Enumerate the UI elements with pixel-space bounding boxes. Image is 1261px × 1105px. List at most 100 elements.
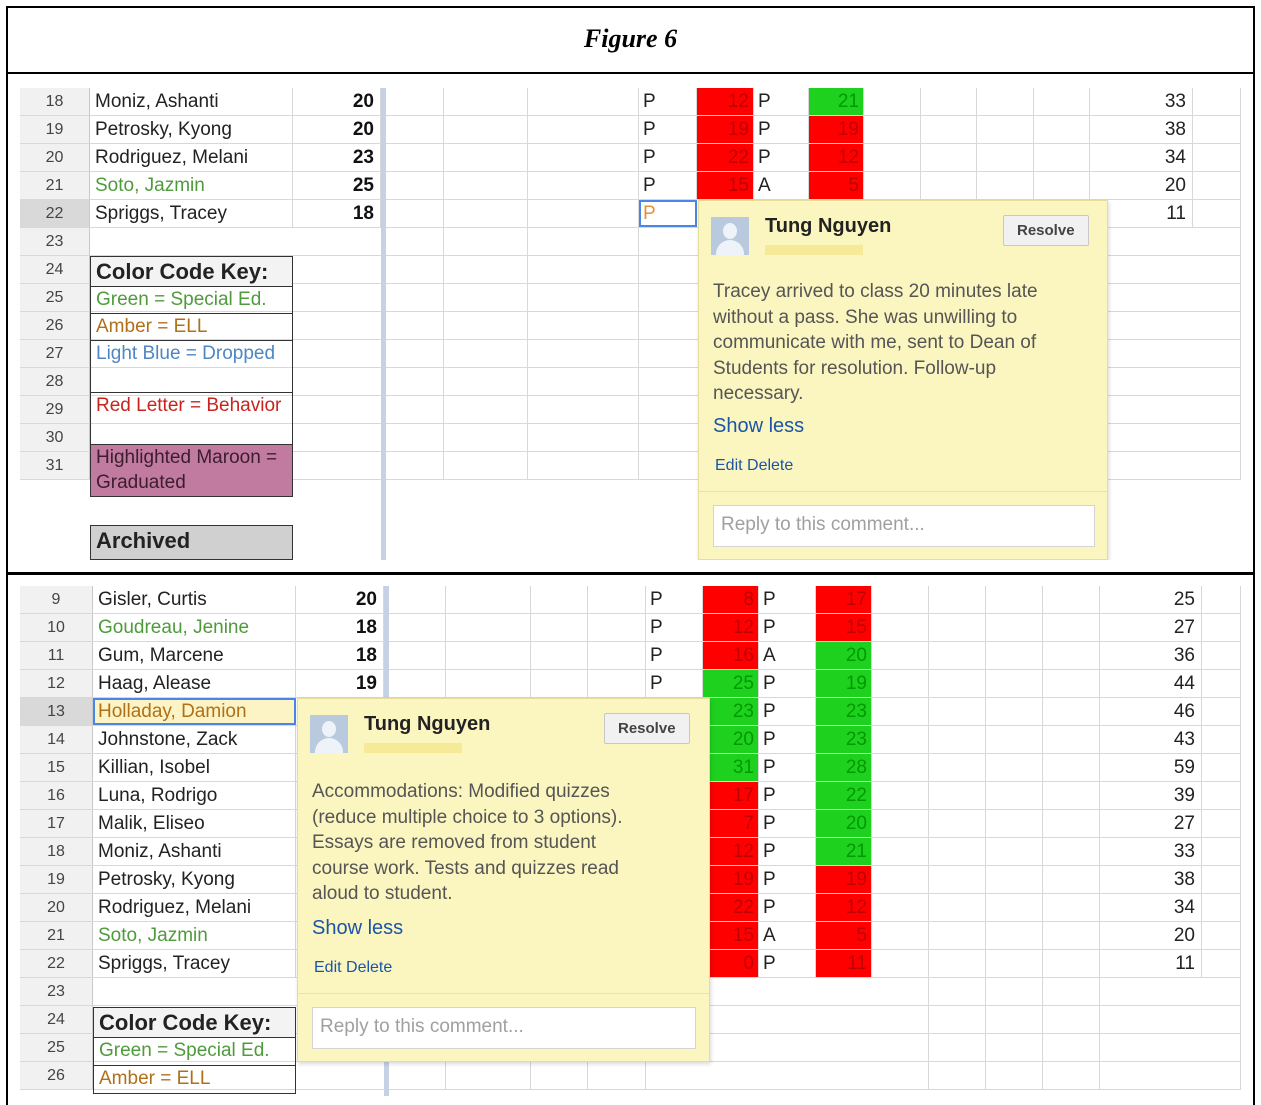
grid-cell[interactable] [872,866,929,893]
grid-cell[interactable] [444,424,528,451]
grid-cell[interactable] [1034,88,1090,115]
grid-cell[interactable] [1202,782,1241,809]
grid-cell[interactable] [986,978,1043,1005]
edit-delete-links[interactable]: Edit Delete [314,959,392,977]
grade-cell[interactable]: 12 [703,614,759,641]
score-cell[interactable]: 20 [293,116,381,143]
score-cell[interactable]: 23 [293,144,381,171]
grid-cell[interactable] [446,670,531,697]
grid-cell[interactable] [872,950,929,977]
grid-cell[interactable] [929,1062,986,1089]
grid-cell[interactable] [444,452,528,479]
total-cell[interactable]: 27 [1100,810,1202,837]
grid-cell[interactable] [872,698,929,725]
student-name-cell[interactable]: Spriggs, Tracey [93,950,296,977]
grade-cell[interactable]: 21 [816,838,872,865]
grid-cell[interactable] [1193,144,1241,171]
grid-cell[interactable] [929,642,986,669]
attendance-cell[interactable]: P [759,670,816,697]
grid-cell[interactable] [872,614,929,641]
attendance-cell[interactable]: A [759,922,816,949]
grid-cell[interactable] [1193,312,1241,339]
grid-cell[interactable] [1193,200,1241,227]
grade-cell[interactable]: 19 [809,116,864,143]
attendance-cell[interactable]: P [759,782,816,809]
student-name-cell[interactable]: Johnstone, Zack [93,726,296,753]
grid-cell[interactable] [386,228,444,255]
grid-cell[interactable] [1193,368,1241,395]
grid-cell[interactable] [386,200,444,227]
grid-cell[interactable] [1034,116,1090,143]
grade-cell[interactable]: 5 [816,922,872,949]
grid-cell[interactable] [1193,228,1241,255]
row-number[interactable]: 24 [20,256,90,283]
grid-cell[interactable] [444,200,528,227]
grid-cell[interactable] [929,754,986,781]
grid-cell[interactable] [1202,866,1241,893]
row-number[interactable]: 22 [20,200,90,227]
grid-cell[interactable] [1202,614,1241,641]
grid-cell[interactable] [444,256,528,283]
total-cell[interactable]: 25 [1100,586,1202,613]
grid-cell[interactable] [588,614,646,641]
row-number[interactable]: 19 [20,116,90,143]
grade-cell[interactable]: 7 [703,810,759,837]
grid-cell[interactable] [1193,396,1241,423]
row-number[interactable]: 12 [20,670,93,697]
attendance-cell[interactable]: A [754,172,809,199]
row-number[interactable]: 30 [20,424,90,451]
grid-cell[interactable] [929,726,986,753]
grade-cell[interactable]: 21 [809,88,864,115]
score-cell[interactable]: 19 [296,670,384,697]
show-less-link[interactable]: Show less [713,415,804,438]
student-name-cell[interactable]: Spriggs, Tracey [90,200,293,227]
grid-cell[interactable] [921,144,977,171]
student-name-cell[interactable]: Soto, Jazmin [90,172,293,199]
grid-cell[interactable] [986,698,1043,725]
row-number[interactable]: 25 [20,1034,93,1061]
grid-cell[interactable] [386,312,444,339]
grid-cell[interactable] [389,670,446,697]
attendance-cell[interactable]: P [646,642,703,669]
attendance-cell[interactable]: P [759,838,816,865]
grid-cell[interactable] [1193,116,1241,143]
student-name-cell[interactable]: Moniz, Ashanti [93,838,296,865]
grid-cell[interactable] [528,200,639,227]
grid-cell[interactable] [386,116,444,143]
grid-cell[interactable] [528,396,639,423]
grid-cell[interactable] [1043,810,1100,837]
grid-cell[interactable] [929,866,986,893]
grid-cell[interactable] [588,642,646,669]
grid-cell[interactable] [1043,1034,1100,1061]
attendance-cell[interactable]: P [759,754,816,781]
grade-cell[interactable]: 12 [816,894,872,921]
total-cell[interactable]: 59 [1100,754,1202,781]
grid-cell[interactable] [986,614,1043,641]
attendance-cell[interactable]: P [759,866,816,893]
grid-cell[interactable] [444,368,528,395]
row-number[interactable]: 14 [20,726,93,753]
grid-cell[interactable] [986,754,1043,781]
grid-cell[interactable] [1034,144,1090,171]
row-number[interactable]: 22 [20,950,93,977]
attendance-cell[interactable]: P [646,586,703,613]
row-number[interactable]: 20 [20,894,93,921]
grid-cell[interactable] [929,782,986,809]
grid-cell[interactable] [444,228,528,255]
grid-cell[interactable] [528,284,639,311]
grid-cell[interactable] [1202,810,1241,837]
grid-cell[interactable] [1043,894,1100,921]
grid-cell[interactable] [986,922,1043,949]
grid-cell[interactable] [872,894,929,921]
grade-cell[interactable]: 19 [816,866,872,893]
grade-cell[interactable]: 12 [703,838,759,865]
grid-cell[interactable] [872,1006,929,1033]
grid-cell[interactable] [1043,978,1100,1005]
student-name-cell[interactable]: Petrosky, Kyong [93,866,296,893]
total-cell[interactable]: 34 [1090,144,1193,171]
grid-cell[interactable] [1043,670,1100,697]
total-cell[interactable]: 33 [1090,88,1193,115]
grid-cell[interactable] [528,172,639,199]
attendance-cell[interactable]: P [759,810,816,837]
grid-cell[interactable] [872,754,929,781]
